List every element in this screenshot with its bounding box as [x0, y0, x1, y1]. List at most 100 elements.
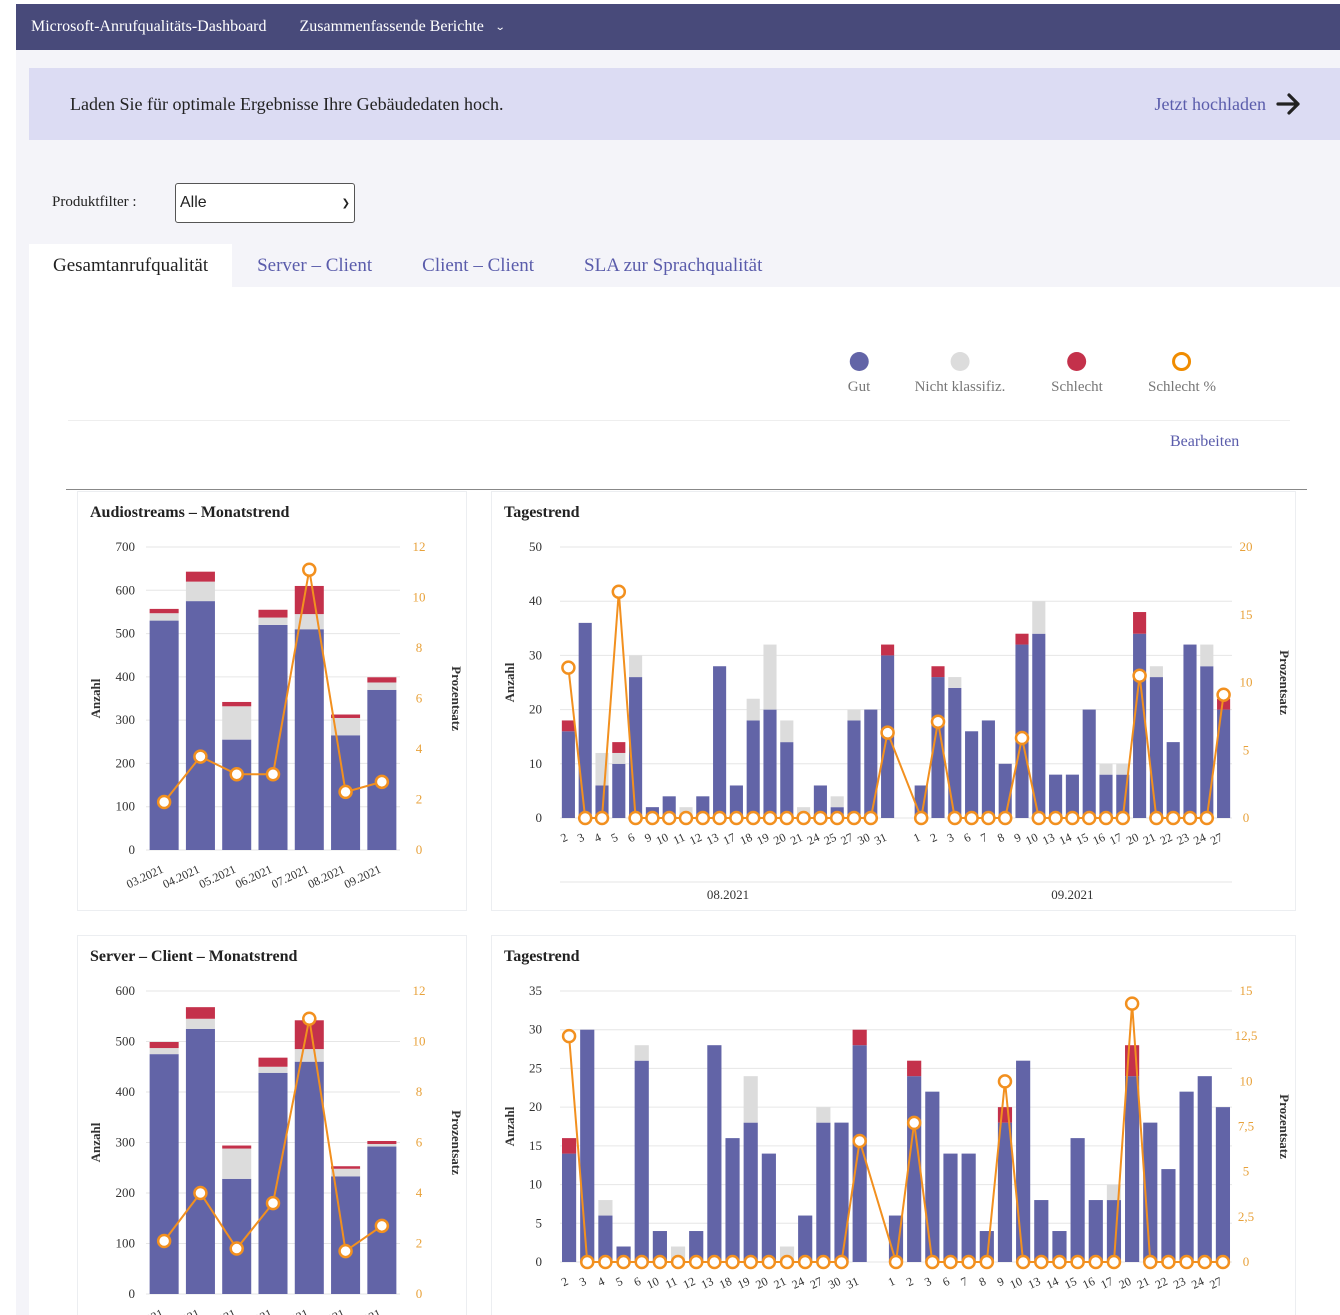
x-tick-label: 17 [1107, 830, 1124, 848]
edit-link[interactable]: Bearbeiten [1170, 433, 1239, 451]
chart-card-server-client-monthly: Server – Client – Monatstrend 0 100 200 300… [77, 935, 467, 1315]
report-tabs: Gesamtanrufqualität Server – Client Clie… [29, 244, 787, 287]
y2-tick-label: 5 [1243, 1164, 1250, 1179]
poor-percent-point [1197, 1254, 1213, 1270]
bar-unclassified [629, 655, 643, 678]
poor-percent-point [193, 749, 208, 764]
product-filter-select[interactable]: Alle ❯ [175, 183, 355, 223]
x-tick-label: 14 [1057, 830, 1074, 848]
bar-good [612, 763, 626, 818]
arrow-right-icon [1276, 93, 1300, 115]
chevron-down-icon: ⌄ [494, 21, 506, 33]
x-tick-label: 10 [1023, 830, 1040, 848]
app-title[interactable]: Microsoft-Anrufqualitäts-Dashboard [31, 18, 267, 36]
bar-poor [1133, 612, 1147, 634]
x-tick-label: 5 [613, 1274, 624, 1289]
x-tick-label: 23 [1174, 830, 1191, 848]
bar-poor [1015, 633, 1029, 645]
x-tick-label: 13 [1026, 1274, 1043, 1292]
top-nav-bar: Microsoft-Anrufqualitäts-Dashboard Zusam… [16, 4, 1340, 50]
product-filter-value: Alle [180, 194, 207, 211]
x-tick-label: 09.2021 [342, 862, 383, 891]
x-tick-label: 27 [838, 830, 855, 848]
poor-percent-point [846, 810, 862, 826]
y-axis-title: Anzahl [88, 678, 103, 718]
bar-unclassified [830, 796, 844, 808]
legend-item-poor[interactable]: Schlecht [1051, 350, 1103, 396]
x-tick-label: 03.2021 [124, 1306, 165, 1315]
y-tick-label: 700 [116, 539, 136, 554]
y-tick-label: 25 [529, 1060, 542, 1075]
bar-good [1088, 1200, 1103, 1262]
upload-now-link[interactable]: Jetzt hochladen [1155, 93, 1302, 115]
bar-good [149, 1054, 179, 1294]
legend-item-good[interactable]: Gut [848, 350, 870, 396]
x-tick-label: 6 [626, 830, 637, 845]
chart-svg: 0102030405005101520Anzahl Prozentsatz08.2… [502, 539, 1292, 902]
y2-tick-label: 15 [1240, 983, 1253, 998]
banner-message: Laden Sie für optimale Ergebnisse Ihre G… [70, 93, 504, 114]
x-tick-label: 31 [844, 1274, 861, 1292]
poor-percent-point [1216, 687, 1231, 702]
bar-good [578, 622, 592, 818]
poor-percent-point [834, 1254, 849, 1270]
x-tick-label: 24 [805, 830, 822, 848]
x-tick-label: 20 [771, 830, 788, 848]
bar-good [707, 1045, 722, 1262]
poor-percent-point [302, 1011, 317, 1027]
x-tick-label: 24 [790, 1274, 807, 1292]
x-tick-label: 30 [826, 1274, 843, 1292]
upload-banner: Laden Sie für optimale Ergebnisse Ihre G… [29, 68, 1340, 140]
bar-good [725, 1138, 740, 1262]
poor-percent-point [1048, 810, 1063, 826]
poor-percent-point [947, 810, 963, 826]
legend-dot-good [849, 352, 869, 371]
x-tick-label: 07.2021 [269, 862, 310, 891]
legend-item-unclassified[interactable]: Nicht klassifiz. [915, 350, 1005, 396]
poor-percent-point [1143, 1254, 1158, 1270]
tab-overall-call-quality[interactable]: Gesamtanrufqualität [29, 244, 233, 287]
poor-percent-point [913, 810, 929, 826]
bar-poor [149, 608, 179, 614]
bar-good [998, 763, 1012, 818]
poor-percent-point [979, 1254, 995, 1270]
x-tick-label: 05.2021 [197, 1306, 238, 1315]
poor-percent-point [930, 714, 946, 730]
x-tick-label: 08.2021 [306, 1306, 347, 1315]
bar-unclassified [294, 1049, 324, 1062]
x-tick-label: 11 [671, 830, 687, 848]
y2-tick-label: 10 [1240, 1073, 1253, 1088]
tab-voice-quality-sla[interactable]: SLA zur Sprachqualität [559, 244, 787, 287]
x-group-label: 08.2021 [707, 887, 749, 902]
y-tick-label: 0 [129, 1286, 136, 1301]
poor-percent-point [1015, 1254, 1031, 1270]
poor-percent-point [688, 1254, 704, 1270]
x-tick-label: 12 [687, 830, 704, 848]
bar-poor [931, 666, 945, 678]
poor-percent-point [652, 1254, 668, 1270]
tab-server-client[interactable]: Server – Client [232, 244, 397, 287]
bar-poor [331, 714, 361, 718]
poor-percent-point [561, 1028, 577, 1044]
x-tick-label: 23 [1171, 1274, 1188, 1292]
bar-poor [185, 571, 215, 582]
bar-unclassified [222, 1148, 252, 1179]
legend-item-poor-percent[interactable]: Schlecht % [1148, 350, 1216, 396]
y2-axis-title: Prozentsatz [1277, 650, 1292, 715]
tab-client-client[interactable]: Client – Client [397, 244, 559, 287]
x-tick-label: 19 [735, 1274, 752, 1292]
poor-percent-point [670, 1254, 686, 1270]
poor-percent-point [1031, 810, 1047, 826]
x-tick-label: 17 [721, 830, 738, 848]
y-tick-label: 400 [116, 1084, 136, 1099]
summary-reports-menu[interactable]: Zusammenfassende Berichte ⌄ [300, 18, 506, 36]
bar-unclassified [1200, 644, 1214, 667]
poor-percent-point [611, 584, 627, 599]
x-tick-label: 6 [632, 1274, 643, 1289]
bar-good [834, 1122, 849, 1262]
y2-tick-label: 8 [416, 640, 423, 655]
bar-good [1149, 677, 1163, 818]
y-tick-label: 0 [536, 810, 543, 825]
legend-dot-poor [1067, 352, 1087, 371]
poor-percent-point [561, 660, 576, 675]
